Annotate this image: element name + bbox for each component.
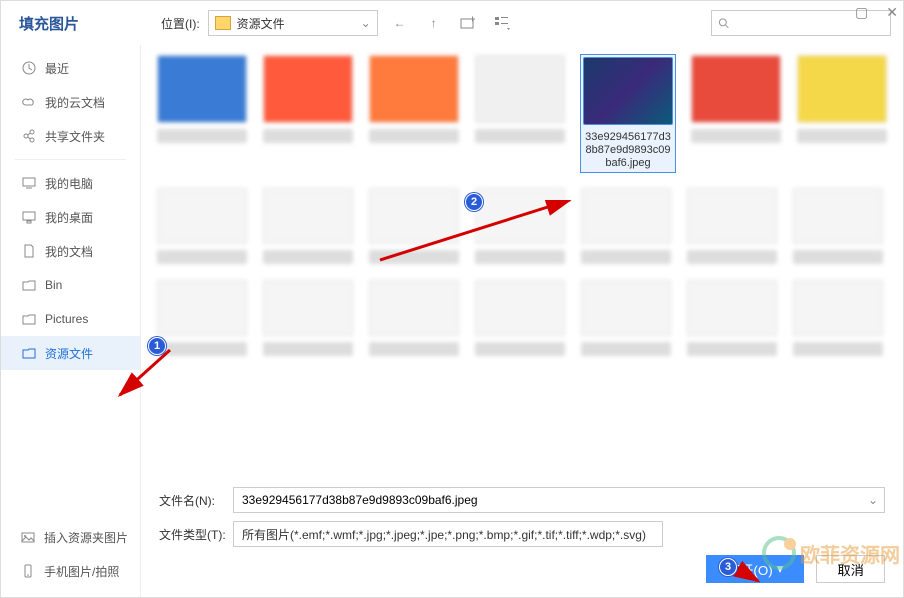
annotation-2: 2	[465, 193, 483, 211]
close-button[interactable]: ✕	[886, 4, 898, 21]
file-thumb[interactable]	[581, 280, 671, 356]
file-thumb[interactable]	[157, 188, 247, 264]
sidebar-item-recent[interactable]: 最近	[1, 51, 140, 85]
sidebar-label: 手机图片/拍照	[44, 563, 119, 580]
file-thumb[interactable]	[793, 188, 883, 264]
cloud-icon	[21, 94, 37, 110]
sidebar-label: 共享文件夹	[45, 128, 105, 145]
sidebar-label: 我的文档	[45, 243, 93, 260]
sidebar-item-desktop[interactable]: 我的桌面	[1, 200, 140, 234]
file-thumb[interactable]	[581, 188, 671, 264]
image-folder-icon	[20, 529, 36, 545]
clock-icon	[21, 60, 37, 76]
cancel-button[interactable]: 取消	[816, 555, 885, 583]
file-thumb[interactable]	[369, 55, 459, 172]
search-icon	[718, 16, 729, 30]
sidebar-item-bin[interactable]: Bin	[1, 268, 140, 302]
file-thumb[interactable]	[369, 188, 459, 264]
document-icon	[21, 243, 37, 259]
file-thumb[interactable]	[157, 55, 247, 172]
phone-icon	[20, 563, 36, 579]
file-thumb[interactable]	[475, 188, 565, 264]
computer-icon	[21, 175, 37, 191]
annotation-1: 1	[148, 337, 166, 355]
folder-icon	[21, 345, 37, 361]
view-mode-button[interactable]	[490, 11, 514, 35]
sidebar-item-computer[interactable]: 我的电脑	[1, 166, 140, 200]
file-row: 33e929456177d38b87e9d9893c09baf6.jpeg	[157, 55, 887, 172]
file-thumb[interactable]	[687, 188, 777, 264]
sidebar-label: 资源文件	[45, 345, 93, 362]
sidebar-label: 插入资源夹图片	[44, 529, 128, 546]
filename-input[interactable]	[242, 493, 876, 507]
list-view-icon	[494, 15, 510, 31]
sidebar-item-documents[interactable]: 我的文档	[1, 234, 140, 268]
sidebar-label: Pictures	[45, 312, 88, 326]
filetype-row: 文件类型(T): 所有图片(*.emf;*.wmf;*.jpg;*.jpeg;*…	[159, 521, 885, 547]
file-thumb[interactable]	[797, 55, 887, 172]
sidebar-insert-folder-image[interactable]: 插入资源夹图片	[1, 520, 148, 554]
folder-icon	[21, 311, 37, 327]
filetype-label: 文件类型(T):	[159, 526, 233, 543]
folder-icon	[215, 16, 231, 30]
filename-combo[interactable]: ⌄	[233, 487, 885, 513]
sidebar-item-pictures[interactable]: Pictures	[1, 302, 140, 336]
minimize-button[interactable]: ▢	[855, 4, 868, 21]
separator	[15, 159, 126, 160]
thumbnail-image	[583, 57, 673, 125]
chevron-down-icon[interactable]: ⌄	[868, 493, 878, 507]
dialog-title: 填充图片	[13, 13, 161, 34]
back-button[interactable]: ←	[388, 11, 412, 35]
filename-row: 文件名(N): ⌄	[159, 487, 885, 513]
chevron-down-icon: ⌄	[361, 16, 371, 30]
location-value: 资源文件	[237, 15, 361, 32]
form-area: 文件名(N): ⌄ 文件类型(T): 所有图片(*.emf;*.wmf;*.jp…	[141, 479, 903, 597]
file-thumb[interactable]	[263, 55, 353, 172]
share-icon	[21, 128, 37, 144]
file-thumb[interactable]	[687, 280, 777, 356]
main-panel: 33e929456177d38b87e9d9893c09baf6.jpeg	[141, 45, 903, 597]
top-bar: 填充图片 位置(I): 资源文件 ⌄ ← ↑	[1, 1, 903, 45]
file-thumb[interactable]	[157, 280, 247, 356]
sidebar-footer: 插入资源夹图片 手机图片/拍照	[1, 520, 148, 588]
filename-label: 文件名(N):	[159, 492, 233, 509]
location-label: 位置(I):	[161, 15, 200, 32]
new-folder-icon	[460, 15, 476, 31]
file-name-caption: 33e929456177d38b87e9d9893c09baf6.jpeg	[583, 131, 673, 170]
folder-icon	[21, 277, 37, 293]
sidebar-label: Bin	[45, 278, 62, 292]
file-thumb[interactable]	[263, 188, 353, 264]
file-thumb[interactable]	[369, 280, 459, 356]
sidebar-item-shared[interactable]: 共享文件夹	[1, 119, 140, 153]
annotation-3: 3	[719, 558, 737, 576]
sidebar-phone-photo[interactable]: 手机图片/拍照	[1, 554, 148, 588]
sidebar: 最近 我的云文档 共享文件夹 我的电脑 我的桌面 我的文档	[1, 45, 141, 597]
fill-image-dialog: ▢ ✕ 填充图片 位置(I): 资源文件 ⌄ ← ↑ 最近	[0, 0, 904, 598]
new-folder-button[interactable]	[456, 11, 480, 35]
sidebar-label: 我的桌面	[45, 209, 93, 226]
file-row	[157, 280, 887, 356]
sidebar-item-cloud[interactable]: 我的云文档	[1, 85, 140, 119]
sidebar-label: 最近	[45, 60, 69, 77]
filetype-combo[interactable]: 所有图片(*.emf;*.wmf;*.jpg;*.jpeg;*.jpe;*.pn…	[233, 521, 663, 547]
desktop-icon	[21, 209, 37, 225]
file-thumb[interactable]	[475, 280, 565, 356]
button-row: 打开(O)▾ 取消	[159, 555, 885, 583]
location-combo[interactable]: 资源文件 ⌄	[208, 10, 378, 36]
file-thumb[interactable]	[691, 55, 781, 172]
file-thumb[interactable]	[475, 55, 565, 172]
sidebar-label: 我的电脑	[45, 175, 93, 192]
filetype-value: 所有图片(*.emf;*.wmf;*.jpg;*.jpeg;*.jpe;*.pn…	[242, 526, 646, 543]
window-controls: ▢ ✕	[855, 4, 898, 21]
up-button[interactable]: ↑	[422, 11, 446, 35]
sidebar-item-resources[interactable]: 资源文件	[1, 336, 140, 370]
file-thumb[interactable]	[263, 280, 353, 356]
file-thumb-selected[interactable]: 33e929456177d38b87e9d9893c09baf6.jpeg	[581, 55, 675, 172]
sidebar-label: 我的云文档	[45, 94, 105, 111]
dialog-body: 最近 我的云文档 共享文件夹 我的电脑 我的桌面 我的文档	[1, 45, 903, 597]
file-row	[157, 188, 887, 264]
file-grid[interactable]: 33e929456177d38b87e9d9893c09baf6.jpeg	[141, 45, 903, 479]
file-thumb[interactable]	[793, 280, 883, 356]
